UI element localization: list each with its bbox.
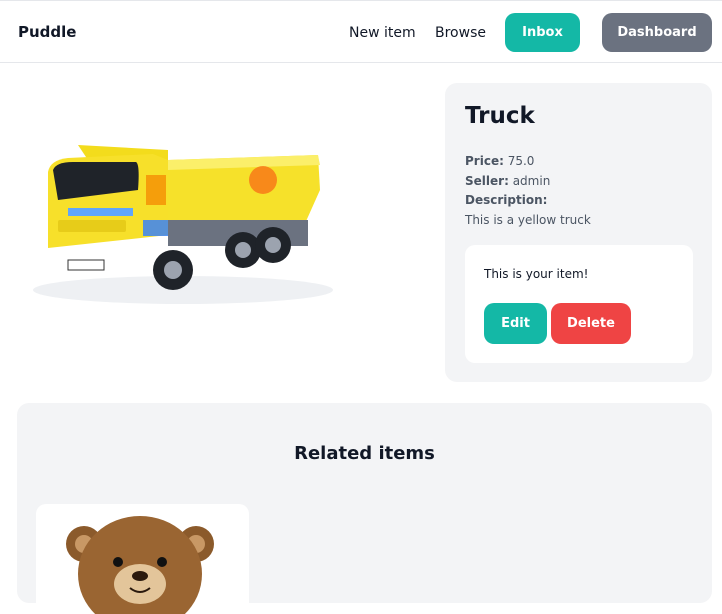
new-item-link[interactable]: New item (349, 25, 416, 41)
price-label: Price: (465, 154, 504, 168)
item-details-card: Truck Price: 75.0 Seller: admin Descript… (445, 83, 712, 382)
item-meta: Price: 75.0 Seller: admin Description: T… (465, 152, 591, 230)
seller-label: Seller: (465, 173, 509, 188)
seller-value: admin (512, 173, 551, 188)
navbar: Puddle New item Browse Inbox Dashboard (0, 0, 722, 63)
seller-row: Seller: admin (465, 172, 591, 192)
description-row: Description: (465, 191, 591, 211)
price-row: Price: 75.0 (465, 152, 591, 172)
related-item-card[interactable] (36, 504, 249, 614)
description-text: This is a yellow truck (465, 212, 591, 227)
related-item-image (66, 516, 214, 614)
related-items-title: Related items (294, 443, 435, 464)
inbox-button[interactable]: Inbox (505, 13, 580, 52)
product-image (33, 145, 333, 304)
description-label: Description: (465, 193, 548, 207)
brand-logo-link[interactable]: Puddle (18, 23, 76, 41)
owner-notice: This is your item! (484, 267, 589, 281)
browse-link[interactable]: Browse (435, 25, 486, 41)
dashboard-button[interactable]: Dashboard (602, 13, 712, 52)
related-items-section: Related items (17, 403, 712, 614)
price-value: 75.0 (507, 154, 535, 168)
item-title: Truck (465, 103, 535, 129)
edit-button[interactable]: Edit (484, 303, 547, 344)
delete-button[interactable]: Delete (551, 303, 631, 344)
owner-actions-box: This is your item! Edit Delete (465, 245, 693, 363)
